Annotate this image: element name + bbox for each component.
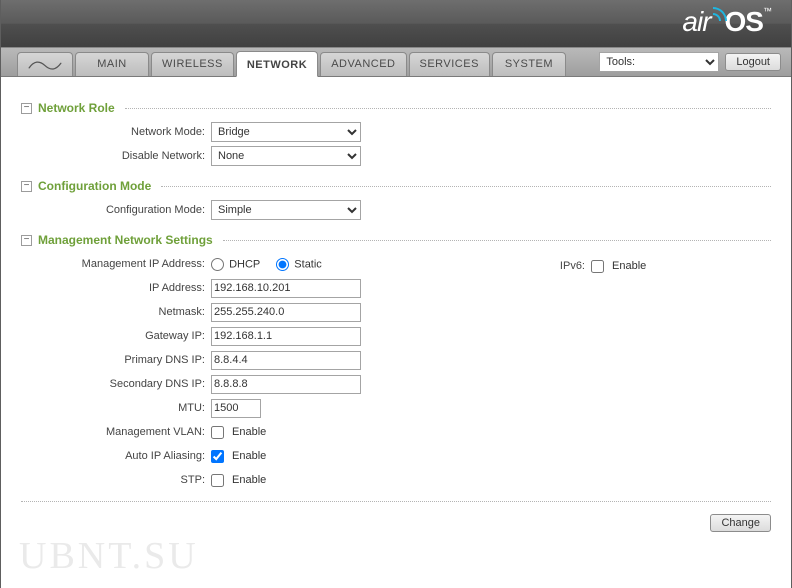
wifi-icon — [713, 7, 727, 21]
netmask-label: Netmask: — [21, 306, 211, 318]
static-radio[interactable] — [276, 258, 289, 271]
tab-bar: MAIN WIRELESS NETWORK ADVANCED SERVICES … — [1, 47, 791, 77]
footer-bar: Change — [21, 501, 771, 532]
ipv6-checkbox[interactable] — [591, 260, 604, 273]
mtu-input[interactable] — [211, 399, 261, 418]
logout-button[interactable]: Logout — [725, 53, 781, 71]
header-bar: air OS™ — [1, 0, 791, 47]
dns1-input[interactable] — [211, 351, 361, 370]
network-mode-select[interactable]: Bridge — [211, 122, 361, 142]
toolbar-right: Tools: Logout — [599, 52, 781, 72]
stp-label: STP: — [21, 474, 211, 486]
section-config-mode: − Configuration Mode — [21, 179, 771, 193]
tab-wireless[interactable]: WIRELESS — [151, 52, 234, 76]
section-network-role: − Network Role — [21, 101, 771, 115]
logo-tm: ™ — [763, 6, 771, 16]
ipv6-enable-text: Enable — [612, 260, 646, 272]
divider — [223, 240, 771, 241]
divider — [161, 186, 771, 187]
section-title-text: Management Network Settings — [38, 233, 213, 247]
auto-ip-checkbox[interactable] — [211, 450, 224, 463]
gateway-input[interactable] — [211, 327, 361, 346]
tab-services[interactable]: SERVICES — [409, 52, 490, 76]
static-radio-label[interactable]: Static — [276, 258, 322, 271]
airos-logo: air OS™ — [682, 6, 771, 38]
config-mode-select[interactable]: Simple — [211, 200, 361, 220]
collapse-icon[interactable]: − — [21, 103, 32, 114]
watermark: UBNT.SU — [19, 534, 199, 578]
ipv6-label: IPv6: — [531, 260, 591, 272]
dns2-input[interactable] — [211, 375, 361, 394]
dhcp-radio-label[interactable]: DHCP — [211, 258, 260, 271]
ip-address-label: IP Address: — [21, 282, 211, 294]
divider — [125, 108, 771, 109]
change-button[interactable]: Change — [710, 514, 771, 532]
dhcp-text: DHCP — [229, 258, 260, 270]
disable-network-label: Disable Network: — [21, 150, 211, 162]
logo-prefix: air — [682, 6, 710, 37]
logo-suffix: OS — [725, 6, 763, 37]
collapse-icon[interactable]: − — [21, 235, 32, 246]
ip-address-input[interactable] — [211, 279, 361, 298]
network-mode-label: Network Mode: — [21, 126, 211, 138]
tab-advanced[interactable]: ADVANCED — [320, 52, 406, 76]
mtu-label: MTU: — [21, 402, 211, 414]
disable-network-select[interactable]: None — [211, 146, 361, 166]
static-text: Static — [294, 258, 322, 270]
config-mode-label: Configuration Mode: — [21, 204, 211, 216]
dhcp-radio[interactable] — [211, 258, 224, 271]
tools-select[interactable]: Tools: — [599, 52, 719, 72]
mgmt-vlan-checkbox[interactable] — [211, 426, 224, 439]
content-area: − Network Role Network Mode: Bridge Disa… — [1, 77, 791, 532]
dns1-label: Primary DNS IP: — [21, 354, 211, 366]
gateway-label: Gateway IP: — [21, 330, 211, 342]
stp-enable-text: Enable — [232, 474, 266, 486]
tab-system[interactable]: SYSTEM — [492, 52, 566, 76]
mgmt-vlan-enable-text: Enable — [232, 426, 266, 438]
section-mgmt-settings: − Management Network Settings — [21, 233, 771, 247]
mgmt-ip-mode-label: Management IP Address: — [21, 258, 211, 270]
tab-main[interactable]: MAIN — [75, 52, 149, 76]
auto-ip-label: Auto IP Aliasing: — [21, 450, 211, 462]
section-title-text: Configuration Mode — [38, 179, 151, 193]
auto-ip-enable-text: Enable — [232, 450, 266, 462]
section-title-text: Network Role — [38, 101, 115, 115]
stp-checkbox[interactable] — [211, 474, 224, 487]
mgmt-vlan-label: Management VLAN: — [21, 426, 211, 438]
netmask-input[interactable] — [211, 303, 361, 322]
tab-home[interactable] — [17, 52, 73, 76]
collapse-icon[interactable]: − — [21, 181, 32, 192]
tab-network[interactable]: NETWORK — [236, 51, 318, 77]
ubiquiti-icon — [28, 59, 62, 71]
dns2-label: Secondary DNS IP: — [21, 378, 211, 390]
